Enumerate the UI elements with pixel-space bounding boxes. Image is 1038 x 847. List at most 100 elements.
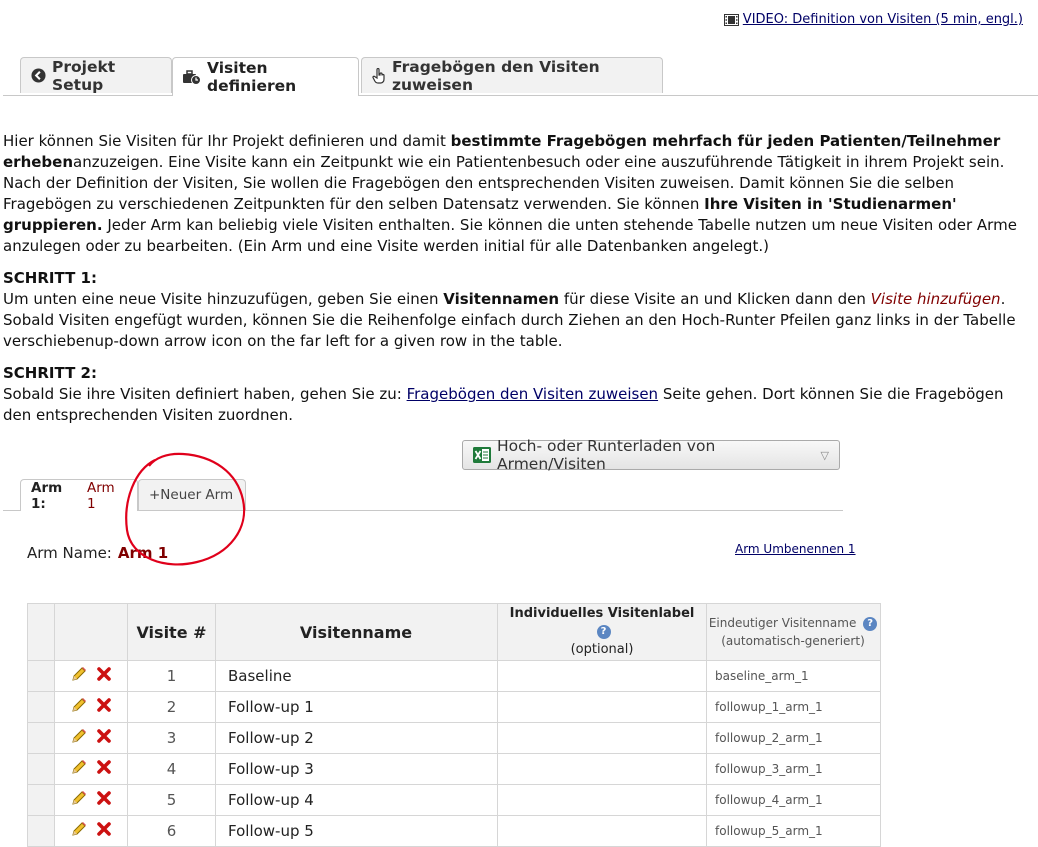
unique-name: followup_3_arm_1 (706, 753, 881, 785)
tab-frageboegen-zuweisen[interactable]: Fragebögen den Visiten zuweisen (361, 57, 663, 94)
pencil-icon[interactable] (70, 820, 88, 842)
drag-handle[interactable] (27, 691, 55, 723)
step1-highlight: Visite hinzufügen (870, 290, 1001, 308)
table-header-row: Visite # Visitenname Individuelles Visit… (27, 603, 881, 661)
arm-name-row: Arm Name: Arm 1 (27, 544, 168, 562)
visit-number: 3 (127, 722, 216, 754)
visit-number: 1 (127, 660, 216, 692)
visit-name: Follow-up 3 (215, 753, 498, 785)
table-row: 1 Baseline baseline_arm_1 (27, 660, 881, 692)
table-row: 5 Follow-up 4 followup_4_arm_1 (27, 784, 881, 816)
unique-name-header: Eindeutiger Visitenname ? (automatisch-g… (706, 603, 881, 661)
unique-name: followup_5_arm_1 (706, 815, 881, 847)
delete-icon[interactable] (96, 728, 112, 748)
visit-number: 4 (127, 753, 216, 785)
table-row: 4 Follow-up 3 followup_3_arm_1 (27, 753, 881, 785)
tab-arm-1[interactable]: Arm 1: Arm 1 (20, 479, 138, 512)
tab-label: Visiten definieren (207, 59, 297, 95)
tab-label: Projekt Setup (52, 57, 116, 94)
unique-name: followup_4_arm_1 (706, 784, 881, 816)
drag-handle[interactable] (27, 660, 55, 692)
pencil-icon[interactable] (70, 727, 88, 749)
arm-name-value: Arm 1 (117, 544, 169, 562)
drag-handle[interactable] (27, 784, 55, 816)
briefcase-clock-icon (183, 69, 201, 85)
visit-name: Follow-up 4 (215, 784, 498, 816)
drag-handle[interactable] (27, 722, 55, 754)
delete-icon[interactable] (96, 666, 112, 686)
step1-text: Um unten eine neue Visite hinzuzufügen, … (3, 290, 444, 308)
visit-number: 2 (127, 691, 216, 723)
custom-label (497, 784, 707, 816)
arm-tabs: Arm 1: Arm 1 +Neuer Arm (3, 479, 843, 512)
rename-arm-link[interactable]: Arm Umbenennen 1 (735, 542, 856, 556)
video-link-container: VIDEO: Definition von Visiten (5 min, en… (723, 12, 1023, 27)
delete-icon[interactable] (96, 697, 112, 717)
custom-label (497, 753, 707, 785)
actions-column-header (54, 603, 128, 661)
caret-down-icon: ▽ (820, 448, 829, 462)
visit-name: Follow-up 1 (215, 691, 498, 723)
custom-label-title: Individuelles Visitenlabel (509, 606, 695, 621)
visit-number: 6 (127, 815, 216, 847)
row-actions (54, 691, 128, 723)
drag-handle[interactable] (27, 753, 55, 785)
arm-name-label: Arm Name: (27, 544, 112, 562)
intro-text: Hier können Sie Visiten für Ihr Projekt … (3, 132, 451, 150)
visit-name: Baseline (215, 660, 498, 692)
upload-download-arms-button[interactable]: Hoch- oder Runterladen von Armen/Visiten… (462, 437, 840, 473)
custom-label (497, 660, 707, 692)
tab-projekt-setup[interactable]: Projekt Setup (20, 57, 172, 94)
drag-column-header (27, 603, 55, 661)
table-row: 3 Follow-up 2 followup_2_arm_1 (27, 722, 881, 754)
step2-title: SCHRITT 2: (3, 364, 97, 382)
pencil-icon[interactable] (70, 758, 88, 780)
new-arm-label: +Neuer Arm (149, 487, 234, 503)
new-arm-tab[interactable]: +Neuer Arm (138, 479, 246, 510)
custom-label-header: Individuelles Visitenlabel ? (optional) (497, 603, 707, 661)
step1-paragraph: SCHRITT 1: Um unten eine neue Visite hin… (3, 268, 1028, 352)
delete-icon[interactable] (96, 821, 112, 841)
step2-text: Sobald Sie ihre Visiten definiert haben,… (3, 385, 407, 403)
tab-visiten-definieren[interactable]: Visiten definieren (172, 57, 359, 96)
delete-icon[interactable] (96, 790, 112, 810)
step2-paragraph: SCHRITT 2: Sobald Sie ihre Visiten defin… (3, 363, 1028, 426)
drag-handle[interactable] (27, 815, 55, 847)
video-link[interactable]: VIDEO: Definition von Visiten (5 min, en… (743, 12, 1023, 27)
pencil-icon[interactable] (70, 696, 88, 718)
frageboegen-zuweisen-link[interactable]: Fragebögen den Visiten zuweisen (407, 385, 658, 403)
unique-name: followup_2_arm_1 (706, 722, 881, 754)
unique-name: baseline_arm_1 (706, 660, 881, 692)
custom-label (497, 815, 707, 847)
row-actions (54, 722, 128, 754)
unique-name-title: Eindeutiger Visitenname (708, 616, 857, 630)
table-row: 2 Follow-up 1 followup_1_arm_1 (27, 691, 881, 723)
pencil-icon[interactable] (70, 665, 88, 687)
custom-label (497, 691, 707, 723)
unique-name: followup_1_arm_1 (706, 691, 881, 723)
arm-tab-label: Arm 1: (31, 479, 63, 512)
step1-title: SCHRITT 1: (3, 269, 97, 287)
setup-tabs: Projekt Setup Visiten definieren Fragebö… (3, 57, 1038, 96)
tab-label: Fragebögen den Visiten zuweisen (392, 57, 600, 94)
visit-number-header: Visite # (127, 603, 216, 661)
custom-label-sub: (optional) (570, 642, 634, 657)
chevron-circle-left-icon (31, 68, 46, 83)
instructions: Hier können Sie Visiten für Ihr Projekt … (3, 131, 1028, 437)
unique-name-sub: (automatisch-generiert) (721, 634, 865, 648)
visit-name-header: Visitenname (215, 603, 498, 661)
intro-paragraph: Hier können Sie Visiten für Ihr Projekt … (3, 131, 1028, 257)
step1-text: für diese Visite an und Klicken dann den (559, 290, 871, 308)
delete-icon[interactable] (96, 759, 112, 779)
arm-tab-value: Arm 1 (86, 479, 115, 512)
pencil-icon[interactable] (70, 789, 88, 811)
row-actions (54, 753, 128, 785)
visit-number: 5 (127, 784, 216, 816)
table-row: 6 Follow-up 5 followup_5_arm_1 (27, 815, 881, 847)
visit-name: Follow-up 5 (215, 815, 498, 847)
row-actions (54, 815, 128, 847)
row-actions (54, 660, 128, 692)
help-icon[interactable]: ? (863, 616, 878, 631)
help-icon[interactable]: ? (596, 624, 611, 639)
pointer-hand-icon (372, 67, 386, 84)
